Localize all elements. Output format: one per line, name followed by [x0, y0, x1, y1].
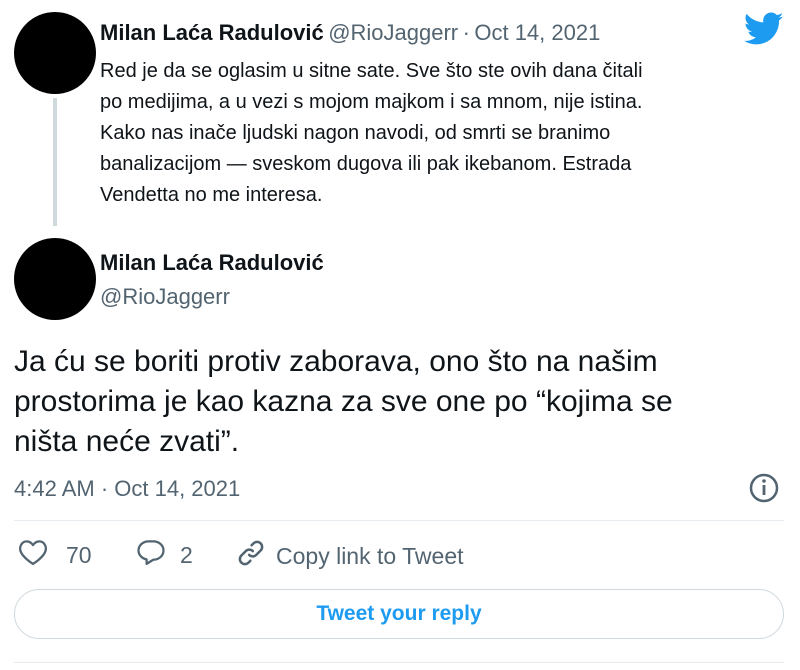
parent-text-line: Red je da se oglasim u sitne sate. Sve š… — [100, 60, 643, 82]
reply-count: 2 — [180, 541, 193, 568]
main-avatar[interactable] — [14, 238, 96, 320]
reply-action[interactable]: 2 — [136, 538, 193, 572]
reply-button-label: Tweet your reply — [316, 602, 482, 625]
reply-bubble-icon — [136, 538, 176, 572]
link-icon — [236, 538, 276, 574]
parent-text-line: po medijima, a u vezi s mojom majkom i s… — [100, 91, 643, 113]
tweet-timestamp[interactable]: 4:42 AM · Oct 14, 2021 — [14, 476, 240, 502]
tweet-your-reply-button[interactable]: Tweet your reply — [14, 589, 784, 639]
info-icon[interactable] — [748, 472, 780, 509]
like-count: 70 — [66, 541, 92, 568]
main-text-line: prostorima je kao kazna za sve one po “k… — [14, 385, 673, 418]
parent-date[interactable]: Oct 14, 2021 — [474, 20, 600, 45]
parent-display-name[interactable]: Milan Laća Radulović — [100, 20, 324, 45]
main-text-line: Ja ću se boriti protiv zaborava, ono što… — [14, 345, 658, 378]
copy-link-label: Copy link to Tweet — [276, 542, 464, 569]
parent-tweet-text: Red je da se oglasim u sitne sate. Sve š… — [100, 56, 750, 211]
like-action[interactable]: 70 — [18, 538, 92, 572]
parent-avatar[interactable] — [14, 12, 96, 94]
thread-line — [53, 98, 57, 226]
main-text-line: ništa neće zvati”. — [14, 425, 240, 458]
parent-text-line: Vendetta no me interesa. — [100, 184, 323, 206]
main-display-name[interactable]: Milan Laća Radulović — [100, 250, 324, 276]
parent-text-line: banalizacijom — sveskom dugova ili pak i… — [100, 153, 632, 175]
parent-header: Milan Laća Radulović @RioJaggerr · Oct 1… — [100, 20, 600, 46]
parent-text-line: Kako nas inače ljudski nagon navodi, od … — [100, 122, 611, 144]
parent-handle[interactable]: @RioJaggerr — [328, 20, 458, 45]
main-tweet-text: Ja ću se boriti protiv zaborava, ono što… — [14, 342, 774, 462]
copy-link-action[interactable]: Copy link to Tweet — [236, 538, 464, 574]
twitter-bird-icon[interactable] — [743, 12, 784, 51]
divider-bottom — [14, 662, 784, 663]
main-handle[interactable]: @RioJaggerr — [100, 284, 230, 310]
parent-separator: · — [462, 20, 470, 45]
heart-icon — [18, 538, 58, 572]
divider-top — [14, 520, 784, 521]
